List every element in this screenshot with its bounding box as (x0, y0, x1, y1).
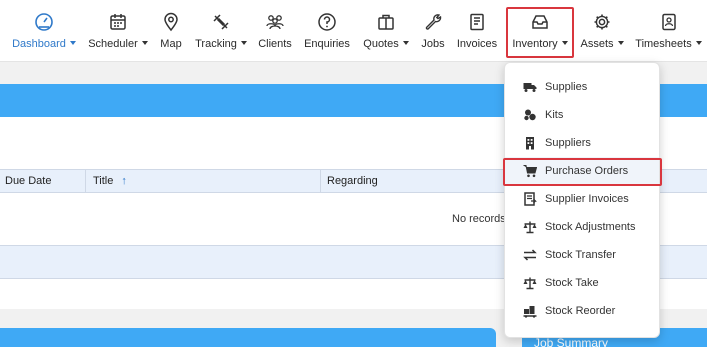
nav-scheduler[interactable]: Scheduler (86, 0, 150, 62)
nav-label: Timesheets (635, 38, 692, 50)
inventory-dropdown: Supplies Kits Suppliers Purchase Orders … (504, 62, 660, 338)
nav-label: Scheduler (88, 38, 138, 50)
nav-label: Invoices (456, 38, 498, 50)
satellite-icon (213, 14, 229, 30)
menu-label: Supplier Invoices (545, 193, 629, 205)
purchase-orders-highlight (503, 158, 662, 186)
nav-dashboard[interactable]: Dashboard (10, 0, 78, 62)
people-icon (266, 15, 284, 30)
nav-quotes[interactable]: Quotes (359, 0, 413, 62)
chevron-down-icon (69, 41, 76, 45)
truck-icon (523, 83, 537, 92)
menu-label: Stock Adjustments (545, 221, 636, 233)
question-icon (318, 13, 336, 31)
map-pin-icon (164, 12, 178, 32)
nav-timesheets[interactable]: Timesheets (632, 0, 705, 62)
column-header-regarding[interactable]: Regarding (327, 175, 378, 187)
nav-label: Jobs (421, 38, 445, 50)
nav-label: Map (160, 38, 182, 50)
menu-label: Stock Reorder (545, 305, 616, 317)
menu-item-supplies[interactable]: Supplies (505, 73, 659, 101)
nav-tracking[interactable]: Tracking (193, 0, 249, 62)
scale-icon (523, 221, 537, 234)
column-header-title[interactable]: Title ↑ (93, 175, 127, 187)
nav-label: Tracking (195, 38, 237, 50)
menu-item-stock-take[interactable]: Stock Take (505, 269, 659, 297)
chevron-down-icon (617, 41, 624, 45)
nav-invoices[interactable]: Invoices (454, 0, 500, 62)
scale-icon (523, 277, 537, 290)
transfer-icon (523, 249, 537, 261)
chevron-down-icon (695, 41, 702, 45)
nav-label: Quotes (363, 38, 399, 50)
gauge-icon (35, 13, 53, 31)
inventory-highlight (506, 7, 574, 58)
menu-label: Kits (545, 109, 564, 121)
kits-icon (524, 109, 536, 121)
menu-item-stock-reorder[interactable]: Stock Reorder (505, 297, 659, 325)
nav-assets[interactable]: Assets (578, 0, 626, 62)
chevron-down-icon (402, 41, 409, 45)
menu-item-kits[interactable]: Kits (505, 101, 659, 129)
panel-header-bottom (0, 328, 496, 347)
column-divider (85, 170, 86, 192)
empty-message: No records (452, 213, 506, 225)
briefcase-icon (378, 14, 394, 30)
invoice-icon (470, 13, 484, 31)
timesheet-icon (661, 13, 676, 31)
menu-item-stock-adjustments[interactable]: Stock Adjustments (505, 213, 659, 241)
menu-label: Suppliers (545, 137, 591, 149)
nav-clients[interactable]: Clients (255, 0, 295, 62)
wrench-icon (425, 14, 442, 30)
nav-enquiries[interactable]: Enquiries (301, 0, 353, 62)
building-icon (526, 137, 534, 150)
nav-label: Dashboard (12, 38, 66, 50)
column-header-due-date[interactable]: Due Date (5, 175, 51, 187)
app-root: Dashboard Scheduler Map Tracking Clients… (0, 0, 707, 347)
top-nav: Dashboard Scheduler Map Tracking Clients… (0, 0, 707, 62)
arrow-up-icon: ↑ (121, 175, 127, 187)
chevron-down-icon (240, 41, 247, 45)
column-header-title-label: Title (93, 175, 114, 187)
column-divider (320, 170, 321, 192)
nav-map[interactable]: Map (156, 0, 186, 62)
nav-label: Enquiries (304, 38, 350, 50)
nav-label: Clients (258, 38, 292, 50)
nav-jobs[interactable]: Jobs (418, 0, 448, 62)
chevron-down-icon (141, 41, 148, 45)
menu-label: Stock Take (545, 277, 599, 289)
nav-label: Assets (580, 38, 614, 50)
menu-label: Stock Transfer (545, 249, 616, 261)
menu-item-supplier-invoices[interactable]: Supplier Invoices (505, 185, 659, 213)
menu-item-stock-transfer[interactable]: Stock Transfer (505, 241, 659, 269)
invoice-icon (524, 192, 537, 206)
menu-label: Supplies (545, 81, 588, 93)
calendar-icon (110, 14, 126, 30)
reorder-icon (523, 306, 537, 318)
menu-item-suppliers[interactable]: Suppliers (505, 129, 659, 157)
gear-icon (594, 14, 610, 30)
